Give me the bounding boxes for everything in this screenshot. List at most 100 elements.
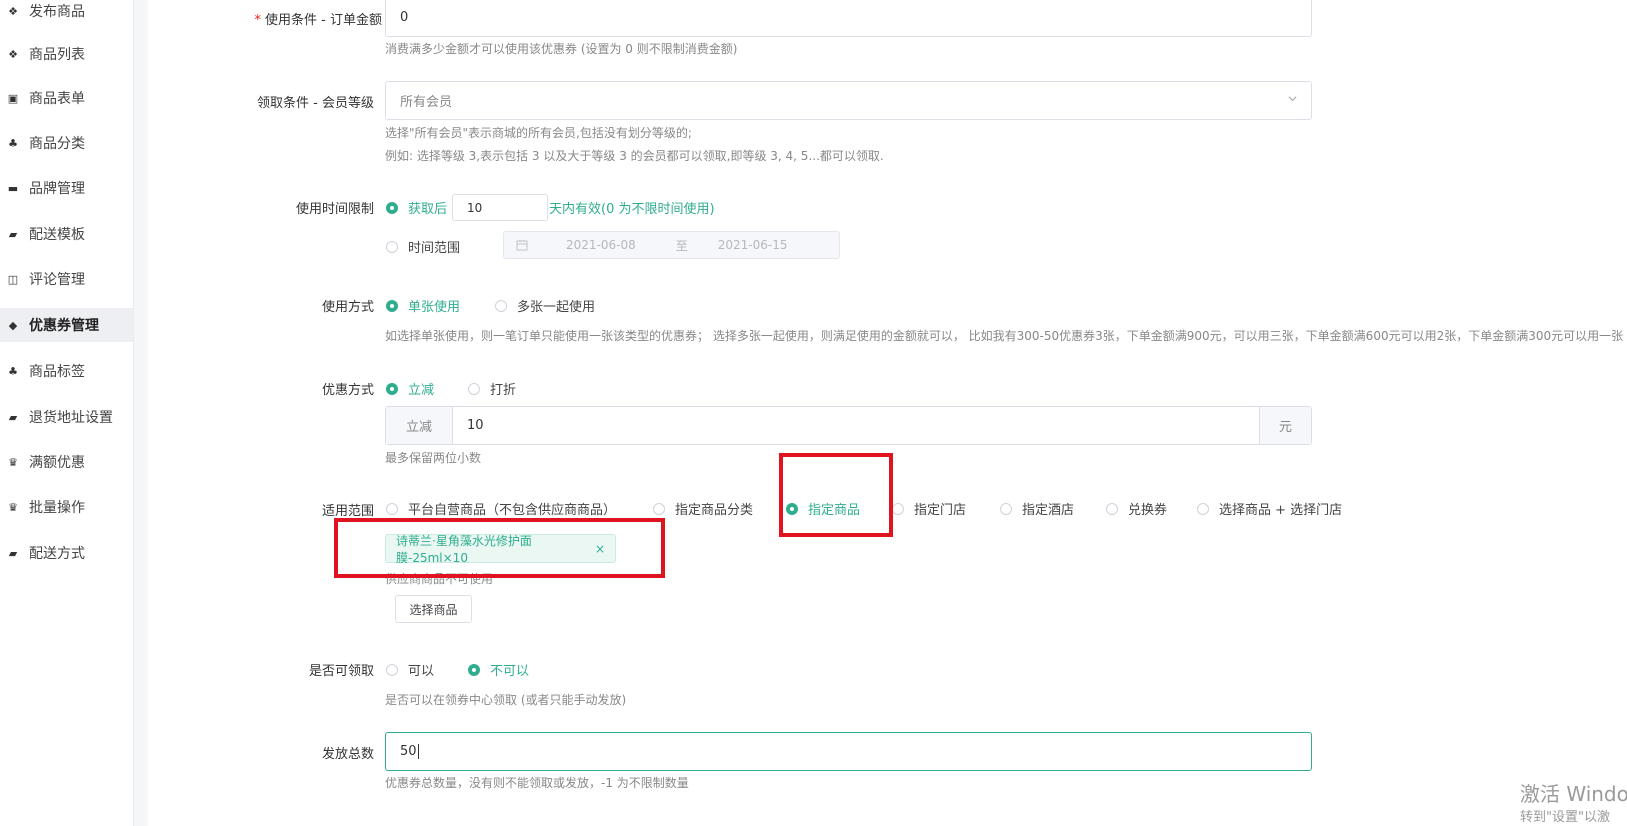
scope-option-label: 兑换券	[1128, 503, 1168, 518]
option-days-suffix: 天内有效(0 为不限时间使用)	[549, 202, 715, 217]
sidebar-item-label: 退货地址设置	[29, 410, 113, 426]
sidebar-item-label: 商品标签	[29, 364, 85, 380]
sidebar-item[interactable]: ▬ 品牌管理	[0, 171, 133, 205]
usage-single-label: 单张使用	[408, 300, 461, 315]
sidebar-item-label: 商品表单	[29, 91, 85, 107]
sidebar-item[interactable]: ▰ 配送方式	[0, 536, 133, 570]
sitemap-icon: ♣	[8, 364, 18, 378]
radio-unchecked-icon	[1197, 502, 1209, 515]
sidebar-item[interactable]: ▣ 商品表单	[0, 81, 133, 115]
valid-days-input[interactable]: 10	[452, 194, 548, 221]
date-range-picker[interactable]: 2021-06-08 至 2021-06-15	[503, 231, 840, 259]
truck-icon: ▰	[8, 227, 18, 241]
sidebar-item[interactable]: ▰ 配送模板	[0, 217, 133, 251]
order-amount-hint: 消费满多少金额才可以使用该优惠券 (设置为 0 则不限制消费金额)	[385, 42, 738, 56]
sidebar-item-label: 优惠券管理	[29, 318, 99, 334]
discount-value-group: 立减 10 元	[385, 406, 1312, 445]
sidebar-item[interactable]: ▰ 退货地址设置	[0, 400, 133, 434]
time-limit-option-range[interactable]: 时间范围	[386, 237, 460, 256]
option-range-label: 时间范围	[408, 241, 461, 256]
briefcase-icon: ▬	[7, 181, 19, 195]
discount-option-percent[interactable]: 打折	[468, 379, 516, 398]
activation-watermark-title: 激活 Windo	[1520, 782, 1627, 806]
scope-option-label: 指定商品分类	[675, 503, 754, 518]
radio-checked-icon	[386, 201, 398, 214]
radio-unchecked-icon	[1106, 502, 1118, 515]
highlight-box-scope-option	[779, 453, 893, 537]
required-mark: *	[254, 13, 262, 28]
discount-value-input[interactable]: 10	[453, 407, 1260, 444]
time-limit-option-days[interactable]: 获取后	[386, 198, 447, 217]
radio-unchecked-icon	[386, 240, 398, 253]
truck-icon: ▰	[8, 546, 18, 560]
chevron-down-icon	[1288, 96, 1297, 102]
member-level-hint-2: 例如: 选择等级 3,表示包括 3 以及大于等级 3 的会员都可以领取,即等级 …	[385, 149, 884, 163]
time-limit-label: 使用时间限制	[295, 202, 374, 217]
radio-unchecked-icon	[495, 299, 507, 312]
scope-option[interactable]: 平台自营商品（不包含供应商商品）	[386, 499, 616, 518]
sidebar-item[interactable]: ♣ 商品分类	[0, 126, 133, 160]
discount-option-reduce[interactable]: 立减	[386, 379, 434, 398]
member-level-select[interactable]: 所有会员	[385, 81, 1312, 120]
total-input[interactable]: 50	[385, 732, 1312, 771]
cubes-icon: ❖	[8, 4, 18, 18]
sidebar-item-label: 配送方式	[29, 546, 85, 562]
claimable-option-no[interactable]: 不可以	[468, 660, 529, 679]
close-icon[interactable]: ×	[595, 542, 605, 556]
scope-option[interactable]: 选择商品 + 选择门店	[1197, 499, 1342, 518]
select-product-button[interactable]: 选择商品	[395, 595, 472, 623]
claimable-option-yes[interactable]: 可以	[386, 660, 434, 679]
scope-option[interactable]: 指定酒店	[1000, 499, 1074, 518]
sidebar-item[interactable]: ♛ 批量操作	[0, 490, 133, 524]
scope-option[interactable]: 指定商品	[786, 499, 860, 518]
scope-option[interactable]: 指定商品分类	[653, 499, 753, 518]
columns-icon: ◫	[7, 272, 19, 286]
radio-checked-icon	[468, 663, 480, 676]
total-value: 50	[400, 744, 417, 759]
discount-value: 10	[467, 418, 484, 433]
valid-days-value: 10	[467, 200, 483, 215]
scope-option-label: 选择商品 + 选择门店	[1219, 503, 1343, 518]
sidebar-item[interactable]: ◫ 评论管理	[0, 262, 133, 296]
discount-hint: 最多保留两位小数	[385, 451, 482, 465]
coupon-form: * 使用条件 - 订单金额 0 消费满多少金额才可以使用该优惠券 (设置为 0 则…	[148, 0, 1627, 826]
discount-label: 优惠方式	[321, 383, 374, 398]
total-label: 发放总数	[321, 747, 374, 762]
sidebar-item-label: 商品分类	[29, 136, 85, 152]
order-amount-input[interactable]: 0	[385, 0, 1312, 37]
usage-option-multi[interactable]: 多张一起使用	[495, 296, 595, 315]
scope-option-label: 指定门店	[914, 503, 967, 518]
text-cursor	[417, 744, 419, 759]
order-amount-value: 0	[400, 10, 409, 25]
radio-unchecked-icon	[653, 502, 665, 515]
sidebar-item[interactable]: ♛ 满额优惠	[0, 445, 133, 479]
sidebar-item-label: 发布商品	[29, 4, 85, 20]
radio-unchecked-icon	[386, 663, 398, 676]
excel-file-icon: ▣	[7, 91, 19, 105]
range-separator: 至	[675, 238, 688, 253]
gift-icon: ♛	[8, 500, 18, 514]
sidebar-item[interactable]: ♣ 商品标签	[0, 354, 133, 388]
sidebar-item-label: 商品列表	[29, 47, 85, 63]
scope-label: 适用范围	[321, 504, 374, 519]
usage-hint: 如选择单张使用，则一笔订单只能使用一张该类型的优惠券； 选择多张一起使用，则满足…	[385, 329, 1624, 343]
truck-icon: ▰	[8, 410, 18, 424]
sidebar-item-label: 批量操作	[29, 500, 85, 516]
range-start: 2021-06-08	[566, 238, 636, 252]
scope-option[interactable]: 兑换券	[1106, 499, 1167, 518]
scope-option[interactable]: 指定门店	[892, 499, 966, 518]
selected-product-name: 诗蒂兰·星角藻水光修护面膜-25ml×10	[396, 533, 532, 565]
option-days-prefix: 获取后	[408, 202, 448, 217]
usage-option-single[interactable]: 单张使用	[386, 296, 460, 315]
sidebar-item[interactable]: ◆ 优惠券管理	[0, 308, 133, 342]
order-amount-label: * 使用条件 - 订单金额	[132, 9, 382, 28]
activation-watermark-subtitle: 转到"设置"以激	[1520, 810, 1610, 825]
sitemap-icon: ♣	[8, 136, 18, 150]
discount-reduce-label: 立减	[408, 383, 435, 398]
sidebar-item[interactable]: ❖ 发布商品	[0, 0, 133, 28]
radio-checked-icon	[386, 382, 398, 395]
sidebar-item-label: 配送模板	[29, 227, 85, 243]
radio-unchecked-icon	[892, 502, 904, 515]
sidebar-item[interactable]: ❖ 商品列表	[0, 37, 133, 71]
radio-checked-icon	[386, 299, 398, 312]
